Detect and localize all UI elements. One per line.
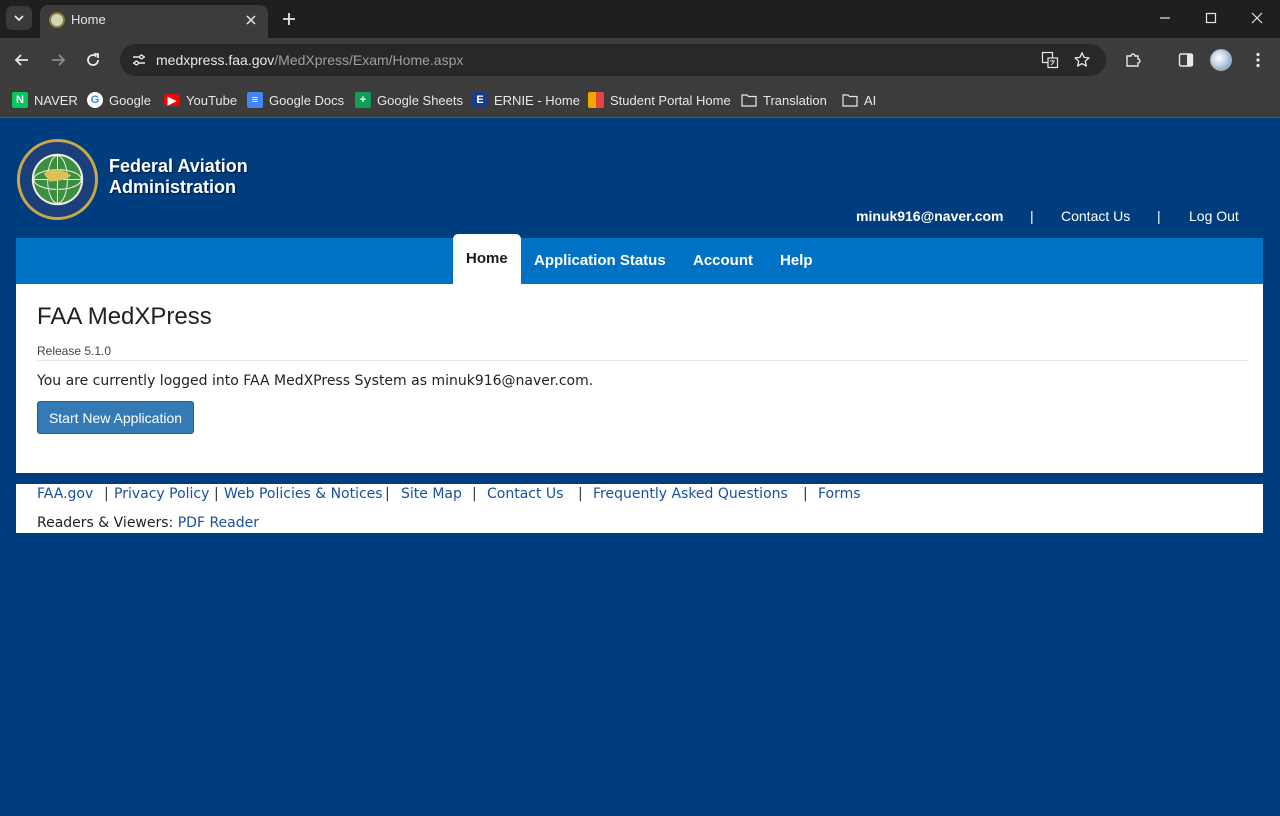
side-panel-button[interactable] xyxy=(1174,48,1198,72)
header-contact-us-link[interactable]: Contact Us xyxy=(1061,208,1130,224)
footer-link-web-policies[interactable]: Web Policies & Notices xyxy=(224,486,383,502)
bookmarks-bar: N NAVER G Google ▶ YouTube ≡ Google Docs… xyxy=(0,82,1280,118)
site-settings-icon[interactable] xyxy=(128,49,150,71)
translate-icon[interactable] xyxy=(1039,49,1061,71)
readers-label: Readers & Viewers: xyxy=(37,515,174,531)
footer-link-faa-gov[interactable]: FAA.gov xyxy=(37,486,93,502)
kebab-menu-icon xyxy=(1256,52,1260,68)
sheets-icon: + xyxy=(355,92,371,108)
brand-line1: Federal Aviation xyxy=(109,156,248,176)
login-status-message: You are currently logged into FAA MedXPr… xyxy=(37,373,594,389)
main-content: FAA MedXPress Release 5.1.0 You are curr… xyxy=(16,284,1263,473)
footer-link-faq[interactable]: Frequently Asked Questions xyxy=(593,486,788,502)
nav-home[interactable]: Home xyxy=(453,234,521,284)
bookmark-student-portal[interactable]: Student Portal Home xyxy=(588,90,731,110)
bookmark-youtube[interactable]: ▶ YouTube xyxy=(164,90,237,110)
footer-link-privacy-policy[interactable]: Privacy Policy xyxy=(114,486,209,502)
faa-brand: Federal Aviation Administration xyxy=(109,156,248,198)
portal-icon xyxy=(588,92,604,108)
minimize-icon xyxy=(1160,17,1170,19)
footer-separator: | xyxy=(578,486,583,502)
back-button[interactable] xyxy=(10,48,34,72)
log-out-link[interactable]: Log Out xyxy=(1189,208,1239,224)
browser-toolbar: medxpress.faa.gov/MedXpress/Exam/Home.as… xyxy=(0,38,1280,82)
plus-icon xyxy=(283,13,295,25)
brand-line2: Administration xyxy=(109,177,237,197)
bookmark-google-docs[interactable]: ≡ Google Docs xyxy=(247,90,344,110)
docs-icon: ≡ xyxy=(247,92,263,108)
puzzle-icon xyxy=(1126,53,1141,67)
browser-tab-home[interactable]: Home xyxy=(40,5,268,38)
close-tab-icon[interactable] xyxy=(242,11,260,29)
folder-icon xyxy=(842,94,858,107)
header-separator: | xyxy=(1030,208,1034,224)
nav-application-status[interactable]: Application Status xyxy=(534,238,666,284)
faa-favicon-icon xyxy=(49,12,65,28)
footer-separator: | xyxy=(104,486,109,502)
close-icon xyxy=(1251,12,1263,24)
chevron-down-icon xyxy=(14,15,24,22)
footer-separator: | xyxy=(803,486,808,502)
nav-account[interactable]: Account xyxy=(693,238,753,284)
footer-separator: | xyxy=(472,486,477,502)
bookmark-naver[interactable]: N NAVER xyxy=(12,90,78,110)
bookmark-google-sheets[interactable]: + Google Sheets xyxy=(355,90,463,110)
bookmark-ernie-home[interactable]: E ERNIE - Home xyxy=(472,90,580,110)
maximize-window-button[interactable] xyxy=(1196,6,1226,30)
bookmark-google[interactable]: G Google xyxy=(87,90,151,110)
minimize-window-button[interactable] xyxy=(1150,6,1180,30)
extensions-button[interactable] xyxy=(1121,48,1145,72)
address-bar[interactable]: medxpress.faa.gov/MedXpress/Exam/Home.as… xyxy=(120,44,1106,76)
faa-seal-logo[interactable] xyxy=(16,138,99,221)
header-separator: | xyxy=(1157,208,1161,224)
new-tab-button[interactable] xyxy=(278,8,300,30)
maximize-icon xyxy=(1205,12,1217,24)
bookmark-folder-ai[interactable]: AI xyxy=(842,90,876,110)
user-email: minuk916@naver.com xyxy=(856,208,1004,224)
release-version: Release 5.1.0 xyxy=(37,344,112,358)
browser-menu-button[interactable] xyxy=(1246,48,1270,72)
start-new-application-button[interactable]: Start New Application xyxy=(37,401,194,434)
profile-avatar[interactable] xyxy=(1210,49,1232,71)
tab-title: Home xyxy=(71,12,106,27)
pdf-reader-link[interactable]: PDF Reader xyxy=(178,515,259,531)
reload-button[interactable] xyxy=(81,48,105,72)
main-nav: Home Application Status Account Help xyxy=(16,234,1263,284)
close-window-button[interactable] xyxy=(1242,6,1272,30)
bookmark-star-icon[interactable] xyxy=(1071,49,1093,71)
tab-search-button[interactable] xyxy=(6,6,32,30)
side-panel-icon xyxy=(1178,53,1194,67)
browser-tab-bar: Home xyxy=(0,0,1280,38)
bookmark-folder-translation[interactable]: Translation xyxy=(741,90,827,110)
footer-link-site-map[interactable]: Site Map xyxy=(401,486,462,502)
footer-separator: | xyxy=(385,486,390,502)
url-text: medxpress.faa.gov/MedXpress/Exam/Home.as… xyxy=(156,52,464,68)
readers-viewers: Readers & Viewers: PDF Reader xyxy=(37,515,259,531)
forward-button[interactable] xyxy=(46,48,70,72)
footer-link-contact-us[interactable]: Contact Us xyxy=(487,486,563,502)
footer: FAA.gov | Privacy Policy | Web Policies … xyxy=(16,484,1263,533)
arrow-right-icon xyxy=(52,54,66,66)
naver-icon: N xyxy=(12,92,28,108)
divider xyxy=(37,360,1248,361)
page-body: Federal Aviation Administration minuk916… xyxy=(0,118,1280,816)
arrow-left-icon xyxy=(14,54,28,66)
page-title: FAA MedXPress xyxy=(37,303,212,330)
youtube-icon: ▶ xyxy=(164,94,180,107)
google-icon: G xyxy=(87,92,103,108)
footer-separator: | xyxy=(214,486,219,502)
footer-link-forms[interactable]: Forms xyxy=(818,486,861,502)
nav-help[interactable]: Help xyxy=(780,238,813,284)
ernie-icon: E xyxy=(472,92,488,108)
folder-icon xyxy=(741,94,757,107)
reload-icon xyxy=(87,53,99,66)
